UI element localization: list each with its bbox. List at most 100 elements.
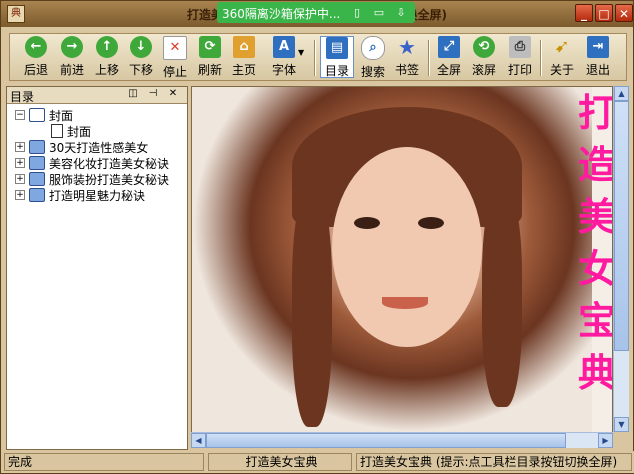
tree-item-label: 封面 [67,125,92,139]
bookmark-button[interactable]: ★ 书签 [390,36,424,78]
cover-photo-eye [418,217,444,229]
about-button[interactable]: ➹ 关于 [546,36,578,78]
maximize-button[interactable]: □ [595,4,613,22]
about-label: 关于 [549,63,574,77]
scroll-down-icon[interactable]: ▼ [614,417,629,432]
fullscreen-icon: ⤢ [438,36,460,58]
stop-icon: ✕ [163,36,187,60]
move-up-label: 上移 [94,63,119,77]
tree-item-label: 打造明星魅力秘诀 [49,189,146,203]
close-button[interactable]: ✕ [615,4,633,22]
content-view[interactable]: 打 造 美 女 宝 典 [191,86,613,434]
vertical-scroll-thumb[interactable] [614,101,629,351]
move-up-button[interactable]: ↑ 上移 [90,36,124,78]
cover-photo-face [332,147,482,347]
search-icon: ⌕ [361,36,385,60]
title-bar[interactable]: 典 打造美女宝典 (提示:点工具栏目录按钮切换全屏) 360隔离沙箱保护中...… [1,1,633,27]
status-right: 打造美女宝典 (提示:点工具栏目录按钮切换全屏) [356,453,632,471]
vertical-scrollbar[interactable]: ▲ ▼ [613,86,629,432]
open-book-icon [29,108,45,122]
expand-icon[interactable]: + [15,174,25,184]
sandbox-indicator[interactable]: 360隔离沙箱保护中... ▯ ▭ ⇩ [217,2,415,23]
stop-button[interactable]: ✕ 停止 [158,36,192,79]
collapse-icon[interactable]: − [15,110,25,120]
font-dropdown-icon[interactable]: ▼ [298,48,304,57]
banner-char: 宝 [578,299,613,343]
back-label: 后退 [23,63,48,77]
home-icon: ⌂ [233,36,255,58]
font-icon: A [273,36,295,58]
scroll-button[interactable]: ⟲ 滚屏 [468,36,500,78]
scroll-up-icon[interactable]: ▲ [614,86,629,101]
cover-photo-mouth [382,297,428,309]
panel-header: 目录 ◫ ⊣ ✕ [7,87,187,104]
banner-char: 女 [578,247,613,291]
banner-char: 典 [578,351,613,395]
page-icon [51,124,63,138]
cover-photo-hair [482,187,522,407]
fullscreen-button[interactable]: ⤢ 全屏 [434,36,464,78]
tree-item-label: 美容化妆打造美女秘诀 [49,157,170,171]
scroll-left-icon[interactable]: ◀ [191,433,206,448]
move-down-button[interactable]: ↓ 下移 [124,36,158,78]
toolbar-separator [540,40,542,76]
expand-icon[interactable]: + [15,158,25,168]
book-icon [29,140,45,154]
tree-item-label: 服饰装扮打造美女秘诀 [49,173,170,187]
search-label: 搜索 [360,65,385,79]
app-window: 典 打造美女宝典 (提示:点工具栏目录按钮切换全屏) 360隔离沙箱保护中...… [0,0,634,474]
exit-button[interactable]: ⇥ 退出 [582,36,614,78]
font-button[interactable]: A 字体 ▼ [262,36,306,78]
expand-icon[interactable]: + [15,190,25,200]
scroll-icon: ⟲ [473,36,495,58]
panel-float-icon[interactable]: ◫ [127,88,139,100]
refresh-icon: ⟳ [199,36,221,58]
scroll-right-icon[interactable]: ▶ [598,433,613,448]
horizontal-scroll-thumb[interactable] [206,433,566,448]
status-left: 完成 [4,453,204,471]
book-icon [29,156,45,170]
exit-icon: ⇥ [587,36,609,58]
bookmark-label: 书签 [394,63,419,77]
forward-button[interactable]: → 前进 [54,36,90,78]
cover-photo-hair [292,187,332,427]
contents-label: 目录 [324,64,349,78]
sandbox-pin-icon[interactable]: ⇩ [393,5,409,20]
contents-button[interactable]: ▤ 目录 [320,36,354,78]
minimize-button[interactable]: _ [575,4,593,22]
print-button[interactable]: ⎙ 打印 [504,36,536,78]
expand-icon[interactable]: + [15,142,25,152]
toolbar-separator [428,40,430,76]
status-middle: 打造美女宝典 [208,453,352,471]
bookmark-star-icon: ★ [398,35,416,59]
sandbox-label: 360隔离沙箱保护中... [222,7,341,21]
cover-title-banner: 打 造 美 女 宝 典 [578,87,612,433]
banner-char: 美 [578,195,613,239]
printer-icon: ⎙ [509,36,531,58]
contents-panel: 目录 ◫ ⊣ ✕ − 封面 封面 + 30天打造性感美女 + 美容化妆打造美女秘… [6,86,188,450]
back-button[interactable]: ← 后退 [18,36,54,78]
stop-label: 停止 [162,65,187,79]
horizontal-scrollbar[interactable]: ◀ ▶ [191,432,613,448]
sandbox-folder-icon[interactable]: ▭ [371,5,387,20]
panel-close-icon[interactable]: ✕ [167,88,179,100]
banner-char: 打 [578,91,613,135]
status-bar: 完成 打造美女宝典 打造美女宝典 (提示:点工具栏目录按钮切换全屏) [2,451,634,473]
tree-item-label: 30天打造性感美女 [49,141,149,155]
toolbar-separator [314,40,316,76]
book-icon [29,188,45,202]
sandbox-phone-icon[interactable]: ▯ [349,5,365,20]
print-label: 打印 [507,63,532,77]
refresh-button[interactable]: ⟳ 刷新 [194,36,226,78]
toolbar: ← 后退 → 前进 ↑ 上移 ↓ 下移 ✕ 停止 ⟳ 刷新 ⌂ 主页 A 字体 [9,33,627,81]
panel-pin-icon[interactable]: ⊣ [147,88,159,100]
up-arrow-icon: ↑ [96,36,118,58]
home-button[interactable]: ⌂ 主页 [228,36,260,78]
tree-item-label: 封面 [49,109,74,123]
about-icon: ➹ [554,36,570,57]
search-button[interactable]: ⌕ 搜索 [356,36,390,79]
cover-photo-eye [354,217,380,229]
scroll-label: 滚屏 [471,63,496,77]
refresh-label: 刷新 [197,63,222,77]
banner-char: 造 [578,143,613,187]
